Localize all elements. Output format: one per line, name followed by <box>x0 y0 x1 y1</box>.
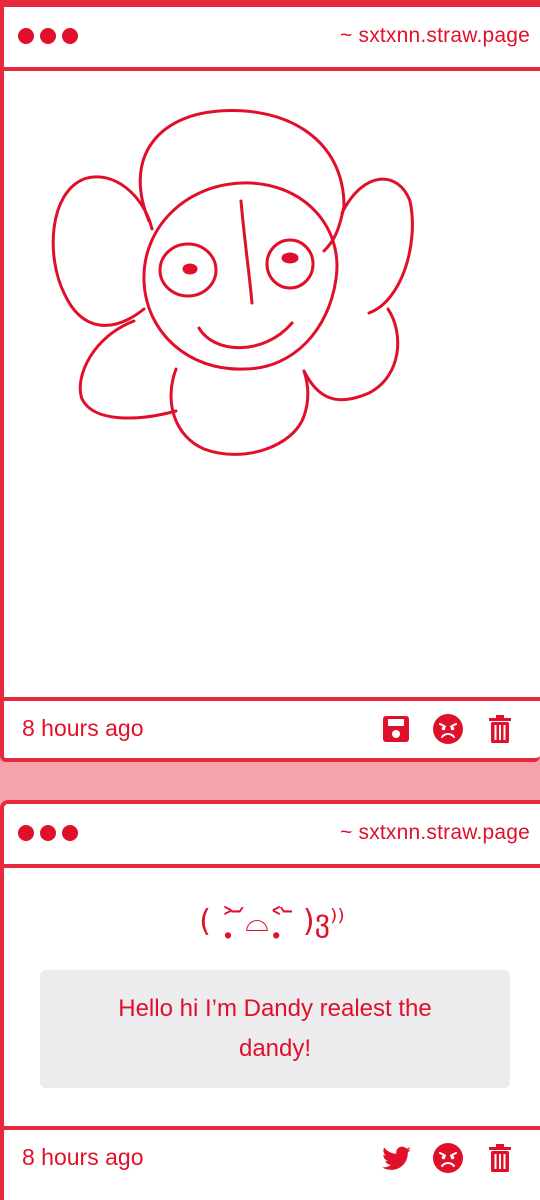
trash-icon[interactable] <box>482 1140 518 1176</box>
post-actions <box>378 711 518 747</box>
message-text: Hello hi I’m Dandy realest the dandy! <box>118 995 432 1062</box>
post-footer: 8 hours ago <box>4 697 540 759</box>
dot-icon <box>40 825 56 841</box>
trash-icon[interactable] <box>482 711 518 747</box>
post-footer: 8 hours ago <box>4 1126 540 1188</box>
dot-icon <box>40 28 56 44</box>
kaomoji-text: ( ˃̣̣̥ ᷄⌓˂̣̣̥ ᷅ )ვ⁾⁾ <box>199 904 345 939</box>
site-url[interactable]: ~ sxtxnn.straw.page <box>340 821 530 845</box>
window-dots[interactable] <box>18 28 78 44</box>
post-actions <box>378 1140 518 1176</box>
timestamp: 8 hours ago <box>22 715 144 741</box>
save-icon[interactable] <box>378 711 414 747</box>
dot-icon <box>62 825 78 841</box>
angry-face-icon[interactable] <box>430 1140 466 1176</box>
angry-face-icon[interactable] <box>430 711 466 747</box>
message-box: Hello hi I’m Dandy realest the dandy! <box>40 970 510 1088</box>
window-titlebar: ~ sxtxnn.straw.page <box>4 804 540 868</box>
dot-icon <box>18 825 34 841</box>
window-titlebar: ~ sxtxnn.straw.page <box>4 7 540 71</box>
drawn-flower-face-image <box>51 109 414 456</box>
post-card-message: ~ sxtxnn.straw.page ( ˃̣̣̥ ᷄⌓˂̣̣̥ ᷅ )ვ⁾⁾… <box>0 800 540 1200</box>
twitter-icon[interactable] <box>378 1140 414 1176</box>
dot-icon <box>62 28 78 44</box>
window-dots[interactable] <box>18 825 78 841</box>
post-card-drawing: ~ sxtxnn.straw.page 8 hours ago <box>0 0 540 762</box>
dot-icon <box>18 28 34 44</box>
timestamp: 8 hours ago <box>22 1144 144 1170</box>
site-url[interactable]: ~ sxtxnn.straw.page <box>340 24 530 48</box>
